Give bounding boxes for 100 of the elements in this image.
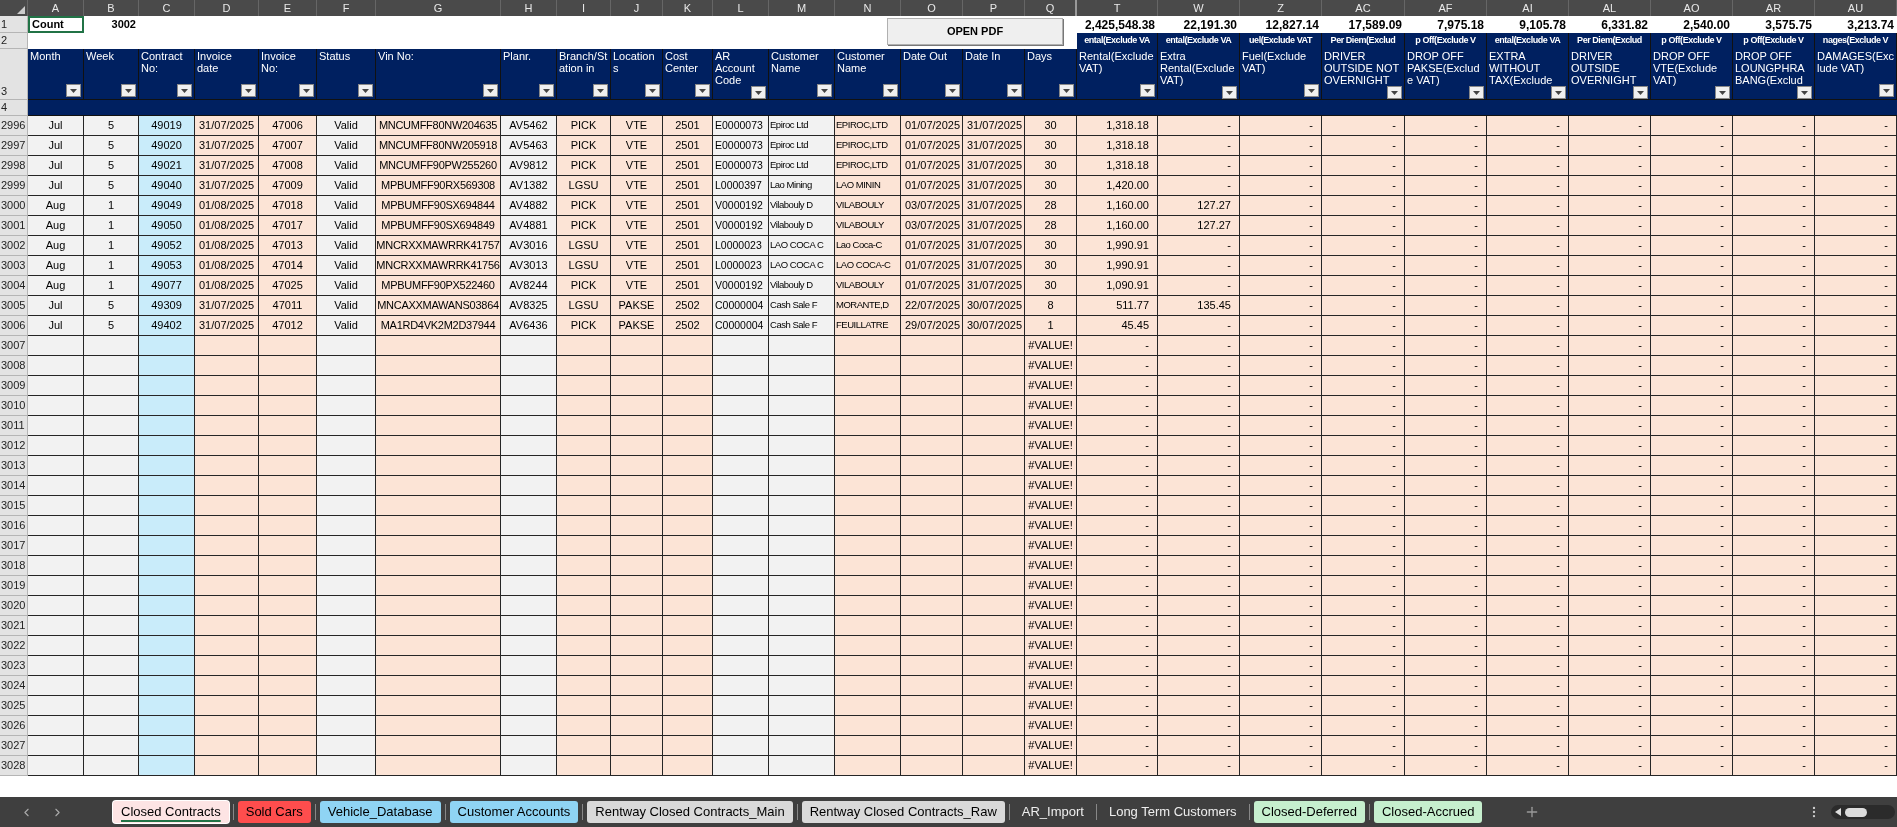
column-letter[interactable]: F <box>317 0 376 16</box>
table-cell: 47014 <box>259 256 317 276</box>
filter-button[interactable] <box>751 86 766 99</box>
table-cell: - <box>1077 516 1158 536</box>
table-cell: 5 <box>84 296 139 316</box>
filter-button[interactable] <box>66 84 81 97</box>
table-cell <box>611 376 663 396</box>
table-cell: MNCUMFF90PW255260 <box>376 156 501 176</box>
sheet-tab[interactable]: Rentway Closed Contracts_Raw <box>801 801 1005 823</box>
column-letter[interactable]: W <box>1158 0 1240 16</box>
column-letter[interactable]: Q <box>1025 0 1077 16</box>
column-letter[interactable]: B <box>84 0 139 16</box>
column-letter[interactable]: AL <box>1569 0 1651 16</box>
open-pdf-button[interactable]: OPEN PDF <box>887 18 1063 45</box>
filter-button[interactable] <box>483 84 498 97</box>
sheet-tab[interactable]: Vehicle_Database <box>319 801 441 823</box>
table-cell: 1 <box>84 216 139 236</box>
filter-button[interactable] <box>1304 84 1319 97</box>
column-header: Invoice No: <box>261 50 297 74</box>
horizontal-scrollbar[interactable] <box>1831 805 1895 819</box>
column-letter[interactable]: AR <box>1733 0 1815 16</box>
filter-button[interactable] <box>1469 86 1484 99</box>
column-letter[interactable]: AF <box>1405 0 1487 16</box>
filter-button[interactable] <box>539 84 554 97</box>
table-cell <box>195 516 259 536</box>
table-cell: 5 <box>84 116 139 136</box>
filter-button[interactable] <box>1222 86 1237 99</box>
sheet-tab[interactable]: Sold Cars <box>237 801 311 823</box>
column-letter[interactable]: D <box>195 0 259 16</box>
table-cell: - <box>1651 756 1733 776</box>
table-cell: - <box>1158 316 1240 336</box>
table-cell: - <box>1651 356 1733 376</box>
filter-button[interactable] <box>945 84 960 97</box>
table-cell: - <box>1487 656 1569 676</box>
column-letter[interactable]: P <box>963 0 1025 16</box>
sheet-tab[interactable]: Closed Contracts <box>113 801 229 823</box>
filter-button[interactable] <box>177 84 192 97</box>
column-letter[interactable]: E <box>259 0 317 16</box>
filter-button[interactable] <box>358 84 373 97</box>
filter-button[interactable] <box>1797 86 1812 99</box>
column-letter[interactable]: M <box>769 0 835 16</box>
column-letter[interactable]: AC <box>1322 0 1405 16</box>
filter-button[interactable] <box>883 84 898 97</box>
filter-button[interactable] <box>695 84 710 97</box>
table-cell <box>835 756 901 776</box>
filter-button[interactable] <box>1633 86 1648 99</box>
table-cell: - <box>1158 236 1240 256</box>
column-letter[interactable]: G <box>376 0 501 16</box>
dropdown-arrow-icon <box>70 88 77 93</box>
column-letter[interactable]: N <box>835 0 901 16</box>
filter-button[interactable] <box>1879 84 1894 97</box>
filter-button[interactable] <box>593 84 608 97</box>
table-cell: - <box>1487 436 1569 456</box>
filter-button[interactable] <box>1007 84 1022 97</box>
column-letter[interactable]: C <box>139 0 195 16</box>
sheet-tab[interactable]: Customer Accounts <box>449 801 579 823</box>
filter-button[interactable] <box>817 84 832 97</box>
table-cell: - <box>1815 756 1897 776</box>
table-cell: - <box>1651 116 1733 136</box>
filter-button[interactable] <box>1140 84 1155 97</box>
sheet-tab[interactable]: Rentway Closed Contracts_Main <box>587 801 793 823</box>
table-cell: - <box>1322 636 1405 656</box>
column-letter[interactable]: AU <box>1815 0 1897 16</box>
table-cell <box>28 336 84 356</box>
table-cell <box>611 616 663 636</box>
filter-button[interactable] <box>1715 86 1730 99</box>
table-cell: - <box>1569 736 1651 756</box>
filter-button[interactable] <box>121 84 136 97</box>
table-cell <box>28 636 84 656</box>
sheet-tab[interactable]: Closed-Accrued <box>1373 801 1483 823</box>
table-cell <box>139 476 195 496</box>
column-letter[interactable]: A <box>28 0 84 16</box>
scroll-left-icon[interactable] <box>1835 808 1841 816</box>
table-cell: - <box>1569 516 1651 536</box>
table-cell <box>769 336 835 356</box>
column-letter[interactable]: K <box>663 0 713 16</box>
sheet-tab[interactable]: Closed-Deferred <box>1253 801 1365 823</box>
column-letter[interactable]: J <box>611 0 663 16</box>
column-letter[interactable]: T <box>1077 0 1158 16</box>
column-letter[interactable]: Z <box>1240 0 1322 16</box>
column-letter[interactable]: O <box>901 0 963 16</box>
column-letter[interactable]: L <box>713 0 769 16</box>
table-cell: #VALUE! <box>1025 476 1077 496</box>
column-letter[interactable]: AI <box>1487 0 1569 16</box>
filter-button[interactable] <box>645 84 660 97</box>
filter-button[interactable] <box>1551 86 1566 99</box>
sheet-tab[interactable]: AR_Import <box>1013 801 1092 823</box>
scrollbar-thumb[interactable] <box>1845 807 1867 817</box>
column-letter[interactable]: AO <box>1651 0 1733 16</box>
column-letter[interactable]: H <box>501 0 557 16</box>
table-cell <box>963 756 1025 776</box>
column-letter[interactable]: I <box>557 0 611 16</box>
sheet-tab[interactable]: Long Term Customers <box>1100 801 1245 823</box>
table-cell: - <box>1815 696 1897 716</box>
filter-button[interactable] <box>299 84 314 97</box>
table-cell: Valid <box>317 296 376 316</box>
filter-button[interactable] <box>1387 86 1402 99</box>
filter-button[interactable] <box>241 84 256 97</box>
filter-button[interactable] <box>1059 84 1074 97</box>
table-cell <box>84 596 139 616</box>
